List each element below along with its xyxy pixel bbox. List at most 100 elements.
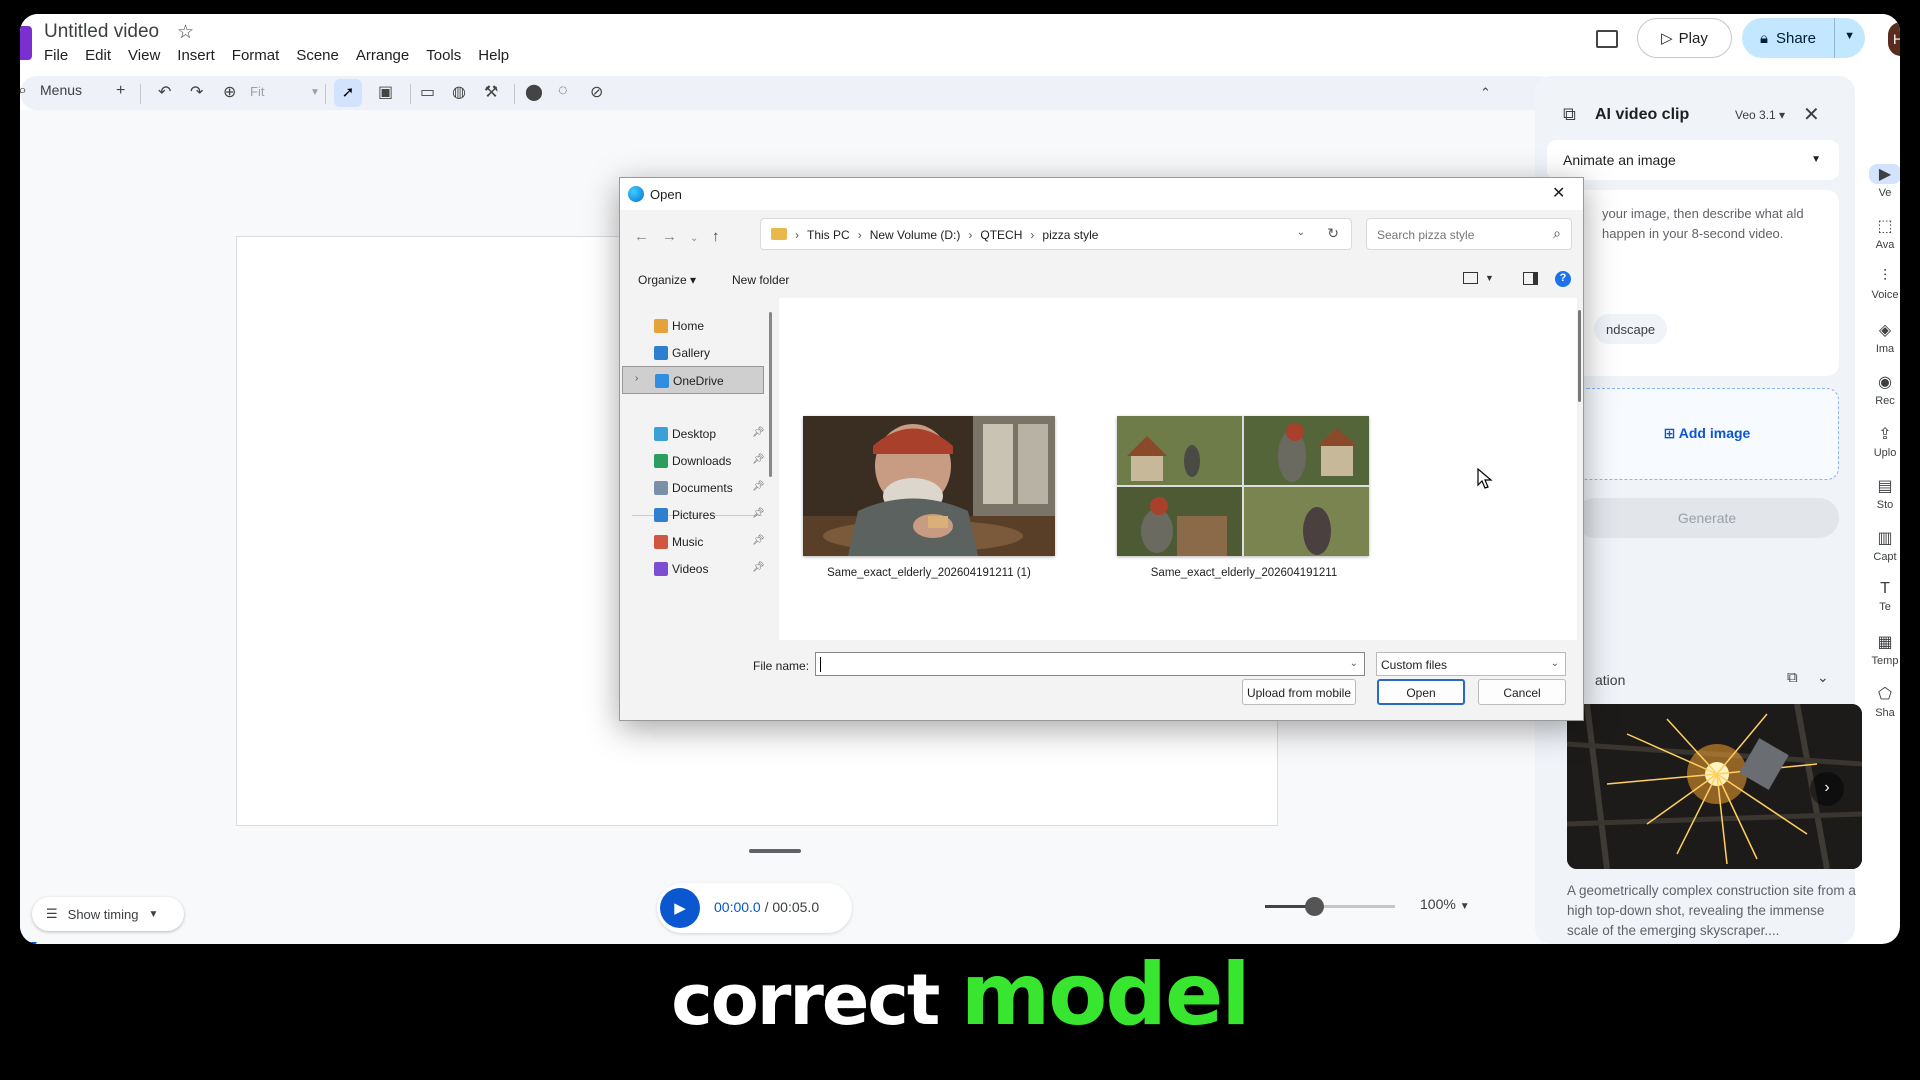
breadcrumb-this-pc[interactable]: This PC [807,228,850,242]
nav-item-music[interactable]: Music 📌︎ [622,528,765,556]
new-folder-button[interactable]: New folder [732,273,789,287]
back-arrow-icon[interactable]: ← [634,228,649,245]
undo-icon[interactable]: ↶ [158,82,171,102]
nav-item-videos[interactable]: Videos 📌︎ [622,555,765,583]
rail-item-templates[interactable]: ▦ Temp [1865,632,1900,667]
nav-item-documents[interactable]: Documents 📌︎ [622,474,765,502]
file-name[interactable]: Same_exact_elderly_202604191211 (1) [779,567,1079,579]
play-button[interactable]: ▷ Play [1637,18,1732,58]
share-button[interactable]: 🔒︎ Share ▼ [1742,18,1865,58]
menu-help[interactable]: Help [478,47,509,64]
breadcrumb-pizza-style[interactable]: pizza style [1042,228,1098,242]
nav-item-gallery[interactable]: Gallery [622,339,764,367]
select-tool-icon[interactable]: ➚ [334,79,362,107]
cancel-button[interactable]: Cancel [1478,679,1566,705]
rail-item-shapes[interactable]: ⬠ Sha [1865,684,1900,719]
timeline-resize-handle[interactable] [749,849,801,853]
palette-icon[interactable]: ◍ [452,82,466,102]
menu-view[interactable]: View [128,47,160,64]
add-image-button[interactable]: ⊞ Add image [1575,388,1839,480]
chevron-down-icon[interactable]: ▼ [310,87,320,98]
play-pause-button[interactable]: ▶ [660,888,700,928]
address-bar[interactable]: › This PC › New Volume (D:) › QTECH › pizza sty… [760,218,1352,250]
preview-pane-icon[interactable] [1523,272,1538,285]
refresh-icon[interactable]: ↻ [1327,225,1339,242]
prompt-card[interactable]: your image, then describe what ald happe… [1547,190,1839,376]
menu-edit[interactable]: Edit [85,47,111,64]
chevron-down-icon[interactable]: ▼ [1844,30,1855,42]
rail-item-avatar[interactable]: ⬚ Ava [1865,216,1900,251]
paint-format-icon[interactable]: ⚒ [484,82,498,102]
expand-chevron-icon[interactable]: › [635,373,638,384]
search-icon[interactable]: ⌕ [20,82,27,100]
rail-item-stock[interactable]: ▤ Sto [1865,476,1900,511]
text-box-icon[interactable]: ▣ [378,82,393,102]
file-name-input[interactable]: ⌄ [815,652,1365,676]
nav-item-downloads[interactable]: Downloads 📌︎ [622,447,765,475]
nav-scrollbar[interactable] [769,312,772,477]
inspiration-thumbnail[interactable]: › [1567,704,1862,869]
generate-button[interactable]: Generate [1575,498,1839,538]
fill-color-icon[interactable]: ⬤ [525,82,543,102]
rail-item-upload[interactable]: ⇪ Uplo [1865,424,1900,459]
nav-item-desktop[interactable]: Desktop 📌︎ [622,420,765,448]
open-button[interactable]: Open [1377,679,1465,705]
mode-select[interactable]: Animate an image ▼ [1547,140,1839,180]
chevron-down-icon[interactable]: ▼ [1485,273,1494,283]
chevron-right-icon[interactable]: › [1810,772,1844,806]
forward-arrow-icon[interactable]: → [662,228,677,245]
star-icon[interactable]: ☆ [177,21,194,44]
redo-icon[interactable]: ↷ [190,82,203,102]
view-options-icon[interactable] [1463,272,1478,284]
menus-search[interactable]: Menus [40,82,82,98]
rail-item-captions[interactable]: ▥ Capt [1865,528,1900,563]
zoom-select[interactable]: Fit [250,84,264,99]
zoom-slider[interactable] [1265,897,1395,916]
rail-item-text[interactable]: T Te [1865,580,1900,613]
organize-button[interactable]: Organize ▾ [638,273,696,287]
file-thumbnail[interactable] [803,416,1055,556]
menu-scene[interactable]: Scene [296,47,339,64]
playhead-marker[interactable] [25,942,37,944]
image-icon[interactable]: ▭ [420,82,435,102]
upload-from-mobile-button[interactable]: Upload from mobile [1242,679,1356,705]
search-input[interactable]: Search pizza style ⌕ [1366,218,1572,250]
file-name[interactable]: Same_exact_elderly_202604191211 [1094,567,1394,579]
copy-icon[interactable]: ⧉ [1787,669,1798,686]
rail-item-video[interactable]: ▶ Ve [1865,164,1900,199]
orientation-chip[interactable]: ndscape [1594,314,1668,344]
comments-icon[interactable] [1596,30,1618,48]
menu-file[interactable]: File [44,47,68,64]
breadcrumb-qtech[interactable]: QTECH [980,228,1022,242]
add-icon[interactable]: + [116,82,125,100]
show-timing-button[interactable]: ☰ Show timing ▼ [32,897,184,931]
rail-item-voice[interactable]: ⫶ Voice [1865,268,1900,301]
rail-item-image[interactable]: ◈ Ima [1865,320,1900,355]
help-icon[interactable]: ? [1555,271,1571,287]
nav-item-pictures[interactable]: Pictures 📌︎ [622,501,765,529]
document-title[interactable]: Untitled video [44,21,159,43]
border-style-icon[interactable]: ⊘ [590,82,603,102]
menu-insert[interactable]: Insert [177,47,215,64]
zoom-slider-handle[interactable] [1305,897,1325,916]
close-icon[interactable]: ✕ [1803,102,1820,127]
chevron-down-icon[interactable]: ⌄ [1297,227,1305,238]
avatar[interactable]: H [1888,22,1900,56]
nav-item-home[interactable]: Home [622,312,764,340]
model-select[interactable]: Veo 3.1 ▾ [1735,108,1785,122]
border-color-icon[interactable]: ◌ [558,82,568,100]
file-list-scrollbar[interactable] [1578,310,1581,402]
menu-arrange[interactable]: Arrange [356,47,409,64]
nav-item-onedrive[interactable]: › OneDrive [622,366,764,394]
chevron-down-icon[interactable]: ⌄ [1350,658,1358,669]
vids-logo-icon[interactable] [20,26,32,60]
menu-format[interactable]: Format [232,47,280,64]
menu-tools[interactable]: Tools [426,47,461,64]
file-type-select[interactable]: Custom files ⌄ [1376,652,1566,676]
zoom-icon[interactable]: ⊕ [223,82,236,102]
close-icon[interactable]: ✕ [1552,183,1565,203]
rail-item-record[interactable]: ◉ Rec [1865,372,1900,407]
zoom-percent[interactable]: 100% ▼ [1420,896,1470,912]
chevron-down-icon[interactable]: ⌄ [1817,669,1829,686]
breadcrumb-new-volume[interactable]: New Volume (D:) [870,228,961,242]
